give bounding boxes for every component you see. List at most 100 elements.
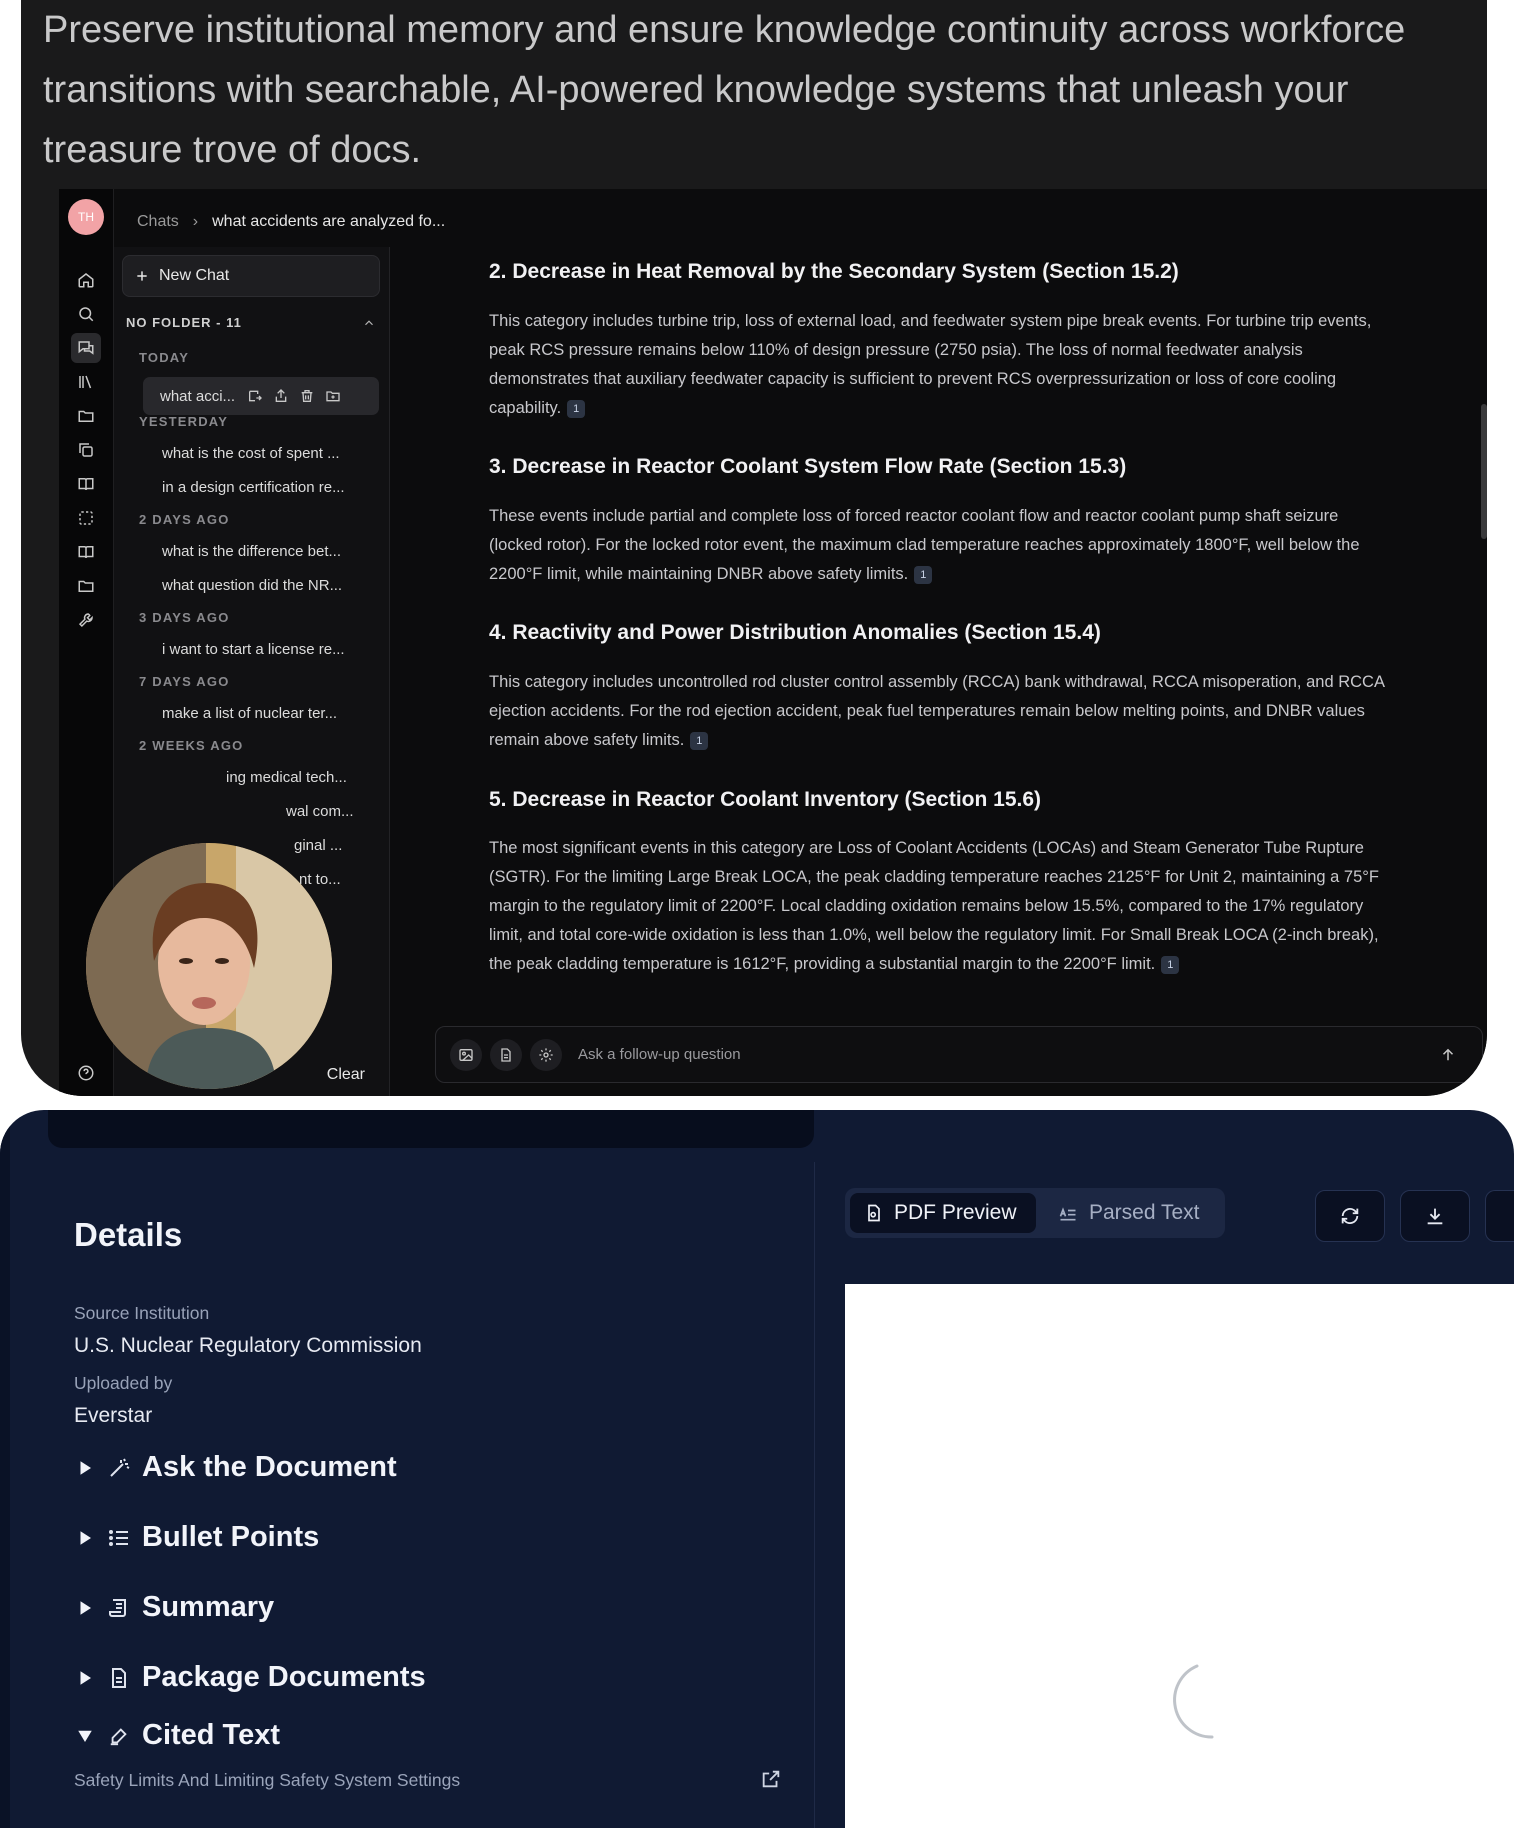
chat-item[interactable]: ing medical tech... xyxy=(226,769,347,786)
move-to-folder-icon[interactable] xyxy=(325,388,341,404)
document-icon[interactable] xyxy=(490,1038,522,1071)
ask-the-document-toggle[interactable]: Ask the Document xyxy=(74,1451,397,1484)
chat-item[interactable]: wal com... xyxy=(286,803,354,820)
breadcrumb-current: what accidents are analyzed fo... xyxy=(212,213,446,230)
home-icon[interactable] xyxy=(71,265,101,295)
triangle-right-icon xyxy=(74,1459,96,1477)
pdf-preview-area xyxy=(845,1284,1514,1828)
divider xyxy=(814,1162,815,1828)
ask-the-document-label: Ask the Document xyxy=(142,1451,397,1483)
wrench-icon[interactable] xyxy=(71,605,101,635)
top-toolbar-strip xyxy=(48,1110,814,1148)
copy-icon[interactable] xyxy=(71,435,101,465)
citation-badge[interactable]: 1 xyxy=(567,399,586,418)
settings-icon[interactable] xyxy=(530,1038,562,1071)
group-3-days-ago: 3 DAYS AGO xyxy=(139,610,230,625)
cited-text-label: Cited Text xyxy=(142,1719,281,1751)
left-edge xyxy=(0,1110,10,1828)
cited-text-toggle[interactable]: Cited Text xyxy=(74,1719,280,1752)
chat-item[interactable]: what is the cost of spent ... xyxy=(162,445,340,462)
citation-badge[interactable]: 1 xyxy=(1161,955,1180,974)
section-body: This category includes turbine trip, los… xyxy=(489,312,1372,418)
group-2-days-ago: 2 DAYS AGO xyxy=(139,512,230,527)
package-documents-toggle[interactable]: Package Documents xyxy=(74,1661,426,1694)
loading-spinner-icon xyxy=(1152,1658,1242,1748)
summary-label: Summary xyxy=(142,1591,275,1623)
download-button[interactable] xyxy=(1400,1190,1470,1242)
section-title: 4. Reactivity and Power Distribution Ano… xyxy=(489,621,1101,644)
triangle-right-icon xyxy=(74,1669,96,1687)
chevron-right-icon: › xyxy=(192,213,199,230)
triangle-right-icon xyxy=(74,1599,96,1617)
triangle-right-icon xyxy=(74,1529,96,1547)
refresh-icon xyxy=(1339,1205,1361,1227)
uploaded-by-value: Everstar xyxy=(74,1404,153,1427)
chat-item[interactable]: i want to start a license re... xyxy=(162,641,345,658)
chat-actions xyxy=(247,388,341,404)
folder-icon[interactable] xyxy=(71,401,101,431)
external-link-icon[interactable] xyxy=(760,1768,782,1790)
more-button[interactable] xyxy=(1485,1190,1514,1242)
tab-parsed-text[interactable]: Parsed Text xyxy=(1043,1193,1214,1233)
select-icon[interactable] xyxy=(71,503,101,533)
presenter-webcam xyxy=(86,843,332,1089)
citation-badge[interactable]: 1 xyxy=(914,565,933,584)
chat-item[interactable]: in a design certification re... xyxy=(162,479,345,496)
folder-header[interactable]: NO FOLDER - 11 xyxy=(126,315,376,330)
section-title: 3. Decrease in Reactor Coolant System Fl… xyxy=(489,455,1127,478)
group-2-weeks-ago: 2 WEEKS AGO xyxy=(139,738,244,753)
section-title: 2. Decrease in Heat Removal by the Secon… xyxy=(489,260,1179,283)
tab-parsed-label: Parsed Text xyxy=(1089,1201,1200,1224)
folder-icon[interactable] xyxy=(71,571,101,601)
download-icon xyxy=(1424,1205,1446,1227)
source-institution-label: Source Institution xyxy=(74,1303,210,1323)
section-body: The most significant events in this cate… xyxy=(489,839,1379,974)
image-upload-icon[interactable] xyxy=(450,1038,482,1071)
scrollbar[interactable] xyxy=(1481,404,1487,539)
rename-icon[interactable] xyxy=(247,388,263,404)
followup-input[interactable] xyxy=(576,1045,1424,1064)
chat-item[interactable]: ginal ... xyxy=(294,837,342,854)
chat-item-active[interactable]: what acci... xyxy=(143,377,379,415)
book-icon[interactable] xyxy=(71,469,101,499)
group-7-days-ago: 7 DAYS AGO xyxy=(139,674,230,689)
trash-icon[interactable] xyxy=(299,388,315,404)
section-title: 5. Decrease in Reactor Coolant Inventory… xyxy=(489,788,1042,811)
new-chat-label: New Chat xyxy=(159,267,230,284)
citation-badge[interactable]: 1 xyxy=(690,731,709,750)
chat-item[interactable]: nt to... xyxy=(299,871,341,888)
chat-item[interactable]: make a list of nuclear ter... xyxy=(162,705,337,722)
book-open-icon[interactable] xyxy=(71,537,101,567)
clear-button[interactable]: Clear xyxy=(327,1066,365,1084)
group-today: TODAY xyxy=(139,350,190,365)
send-arrow-icon[interactable] xyxy=(1432,1039,1464,1071)
share-icon[interactable] xyxy=(273,388,289,404)
bullet-points-label: Bullet Points xyxy=(142,1521,320,1553)
followup-bar xyxy=(435,1026,1483,1083)
breadcrumb: Chats › what accidents are analyzed fo..… xyxy=(137,207,445,237)
uploaded-by-label: Uploaded by xyxy=(74,1373,173,1393)
package-documents-label: Package Documents xyxy=(142,1661,426,1693)
help-icon[interactable] xyxy=(71,1058,101,1088)
chats-icon[interactable] xyxy=(71,333,101,363)
avatar[interactable]: TH xyxy=(68,199,104,235)
tab-pdf-preview[interactable]: PDF Preview xyxy=(850,1193,1036,1233)
chat-item-label: what acci... xyxy=(160,387,236,405)
tagline: Preserve institutional memory and ensure… xyxy=(43,9,1406,171)
chat-item[interactable]: what is the difference bet... xyxy=(162,543,341,560)
search-icon[interactable] xyxy=(71,299,101,329)
library-icon[interactable] xyxy=(71,367,101,397)
refresh-button[interactable] xyxy=(1315,1190,1385,1242)
chevron-up-icon[interactable] xyxy=(362,316,376,330)
scroll-icon xyxy=(106,1596,132,1620)
breadcrumb-chats-link[interactable]: Chats xyxy=(137,213,179,231)
new-chat-button[interactable]: New Chat xyxy=(122,255,380,297)
chat-item[interactable]: what question did the NR... xyxy=(162,577,342,594)
tab-pdf-label: PDF Preview xyxy=(894,1201,1017,1224)
promo-card: Preserve institutional memory and ensure… xyxy=(21,0,1487,1096)
text-lines-icon xyxy=(1057,1203,1079,1223)
preview-tabs: PDF Preview Parsed Text xyxy=(845,1188,1225,1238)
cited-text-item[interactable]: Safety Limits And Limiting Safety System… xyxy=(74,1770,460,1791)
bullet-points-toggle[interactable]: Bullet Points xyxy=(74,1521,319,1554)
summary-toggle[interactable]: Summary xyxy=(74,1591,274,1624)
